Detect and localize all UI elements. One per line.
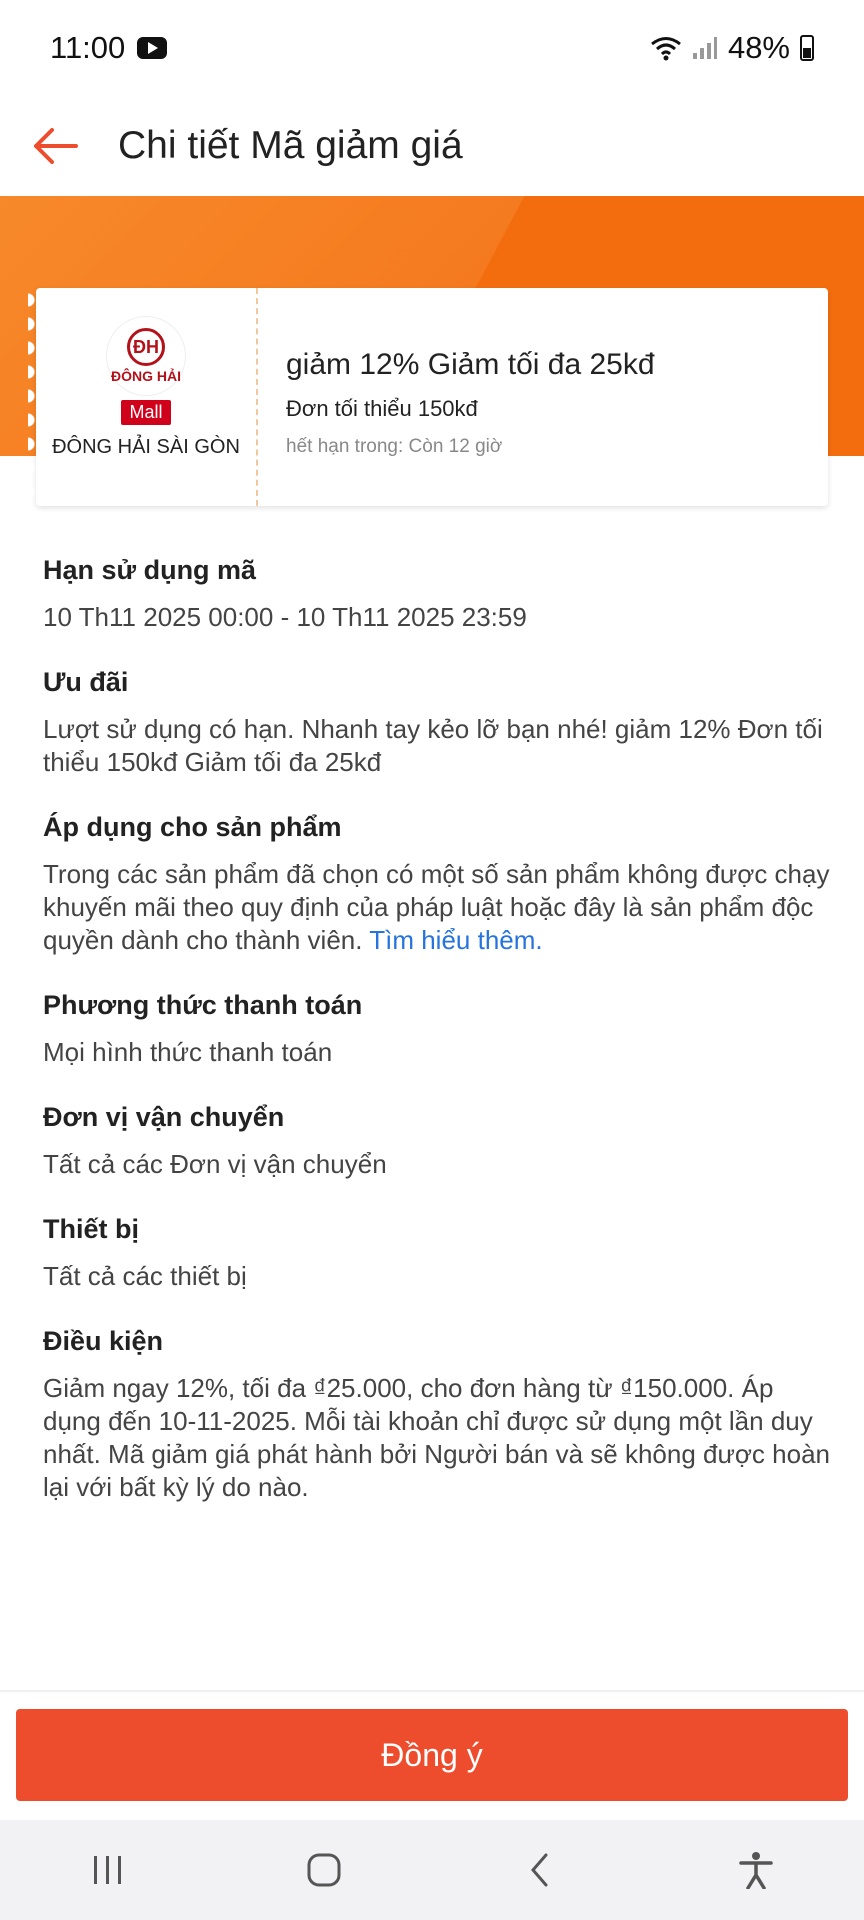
section-body: Tất cả các Đơn vị vận chuyển [43, 1149, 387, 1179]
mall-badge: Mall [121, 400, 171, 425]
section-body: Giảm ngay 12%, tối đa ₫25.000, cho đơn h… [43, 1373, 830, 1502]
section-title: Hạn sử dụng mã [43, 555, 257, 585]
voucher-shop-panel: ĐH ĐÔNG HẢI Mall ĐÔNG HẢI SÀI GÒN [28, 288, 258, 506]
voucher-expiry: hết hạn trong: Còn 12 giờ [286, 436, 503, 457]
voucher-min-order: Đơn tối thiểu 150kđ [286, 396, 478, 421]
section-products: Áp dụng cho sản phẩm Trong các sản phẩm … [43, 809, 833, 957]
status-bar: 11:00 48% [0, 0, 864, 96]
section-conditions: Điều kiện Giảm ngay 12%, tối đa ₫25.000,… [43, 1323, 833, 1504]
divider [0, 1690, 864, 1692]
shop-logo: ĐH ĐÔNG HẢI [106, 316, 186, 396]
section-body: Trong các sản phẩm đã chọn có một số sản… [43, 858, 833, 957]
section-body: Mọi hình thức thanh toán [43, 1037, 333, 1067]
logo-mark: ĐH [127, 328, 165, 366]
wifi-icon [651, 37, 681, 61]
learn-more-link[interactable]: Tìm hiểu thêm. [369, 925, 542, 955]
battery-percent: 48% [727, 30, 790, 65]
battery-icon [800, 35, 814, 61]
section-body: Lượt sử dụng có hạn. Nhanh tay kẻo lỡ bạ… [43, 714, 823, 777]
status-time: 11:00 [50, 30, 126, 65]
back-nav-button[interactable] [500, 1830, 580, 1910]
chevron-left-icon [531, 1853, 548, 1887]
system-nav-bar [0, 1820, 864, 1920]
home-button[interactable] [284, 1830, 364, 1910]
accessibility-icon [739, 1852, 773, 1889]
app-header: Chi tiết Mã giảm giá [0, 96, 864, 196]
accessibility-button[interactable] [716, 1830, 796, 1910]
section-title: Thiết bị [43, 1214, 139, 1244]
signal-icon [692, 37, 717, 59]
agree-button[interactable]: Đồng ý [16, 1709, 848, 1801]
voucher-title: giảm 12% Giảm tối đa 25kđ [286, 348, 655, 381]
section-offer: Ưu đãi Lượt sử dụng có hạn. Nhanh tay kẻ… [43, 664, 833, 779]
section-validity: Hạn sử dụng mã 10 Th11 2025 00:00 - 10 T… [43, 552, 833, 634]
youtube-notification-icon [137, 37, 168, 59]
recent-apps-icon [94, 1856, 121, 1884]
section-title: Phương thức thanh toán [43, 990, 363, 1020]
voucher-card: ĐH ĐÔNG HẢI Mall ĐÔNG HẢI SÀI GÒN giảm 1… [28, 288, 828, 506]
recent-apps-button[interactable] [68, 1830, 148, 1910]
section-body: Tất cả các thiết bị [43, 1261, 247, 1291]
voucher-details: Hạn sử dụng mã 10 Th11 2025 00:00 - 10 T… [43, 552, 833, 1534]
section-title: Điều kiện [43, 1326, 164, 1356]
page-title: Chi tiết Mã giảm giá [118, 124, 463, 167]
section-title: Ưu đãi [43, 667, 129, 697]
logo-text: ĐÔNG HẢI [111, 368, 181, 384]
section-shipping: Đơn vị vận chuyển Tất cả các Đơn vị vận … [43, 1099, 833, 1181]
back-button[interactable] [0, 96, 110, 196]
voucher-info: giảm 12% Giảm tối đa 25kđ Đơn tối thiểu … [258, 288, 828, 506]
shop-name: ĐÔNG HẢI SÀI GÒN [52, 436, 240, 458]
home-icon [307, 1853, 341, 1887]
status-right: 48% [650, 30, 814, 66]
arrow-left-icon [34, 128, 78, 164]
status-left: 11:00 [50, 30, 168, 66]
section-title: Áp dụng cho sản phẩm [43, 812, 342, 842]
section-body: 10 Th11 2025 00:00 - 10 Th11 2025 23:59 [43, 602, 527, 632]
section-title: Đơn vị vận chuyển [43, 1102, 285, 1132]
section-payment: Phương thức thanh toán Mọi hình thức tha… [43, 987, 833, 1069]
section-device: Thiết bị Tất cả các thiết bị [43, 1211, 833, 1293]
